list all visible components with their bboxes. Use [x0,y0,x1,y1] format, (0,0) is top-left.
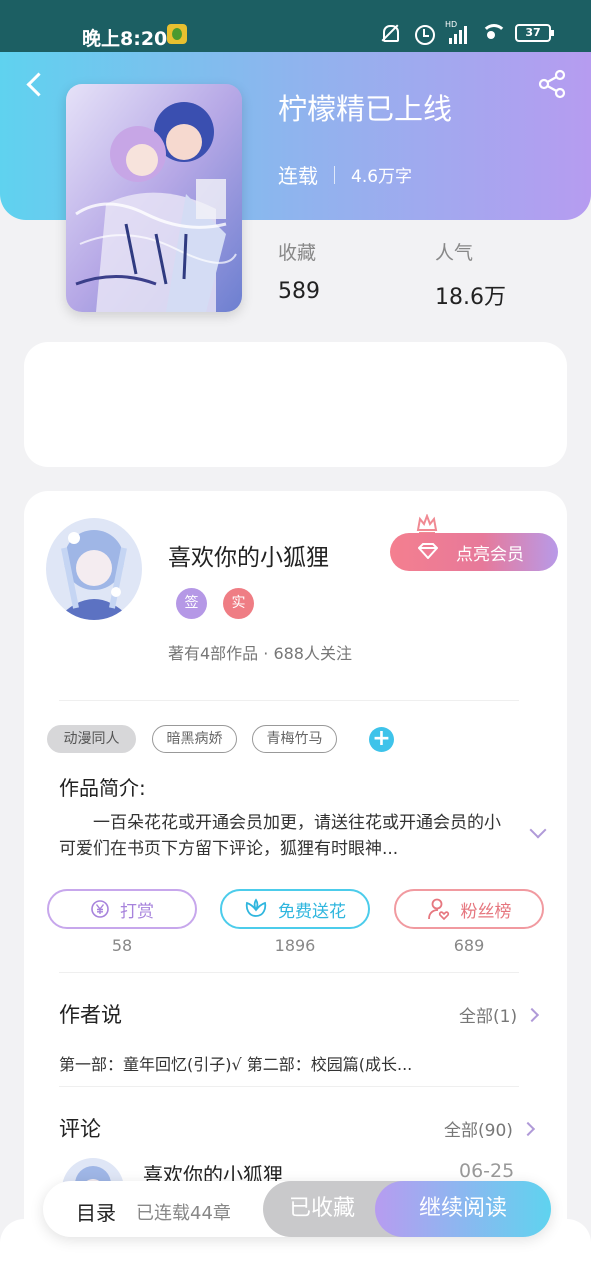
yen-coin-icon [91,900,109,918]
tag-item[interactable]: 动漫同人 [47,725,136,753]
tip-count: 58 [111,936,133,955]
tag-item[interactable]: 青梅竹马 [252,725,337,753]
flower-icon [245,898,267,917]
author-says-heading: 作者说 [59,1003,122,1027]
status-bar: 晚上8:20 HD 37 [0,0,591,52]
favorites-value: 589 [278,279,320,304]
author-says-text[interactable]: 第一部：童年回忆(引子)√ 第二部：校园篇(成长... [59,1051,479,1075]
tip-button[interactable]: 打赏 [47,889,197,929]
back-arrow-icon[interactable] [22,70,50,98]
fan-ranking-button[interactable]: 粉丝榜 [394,889,544,929]
battery-icon: 37 [515,24,554,42]
popularity-value: 18.6万 [435,285,506,310]
mute-bell-icon [379,22,401,44]
intro-heading: 作品简介: [59,776,146,800]
favorites-stat: 收藏 589 [278,238,320,304]
tip-label: 打赏 [120,901,154,922]
wifi-icon [481,22,507,44]
free-flower-button[interactable]: 免费送花 [220,889,370,929]
signed-author-badge: 签 [176,588,207,619]
catalog-button[interactable]: 目录 [76,1197,116,1226]
fan-user-icon [427,898,449,921]
fans-count: 689 [453,936,485,955]
expand-chevron-icon[interactable] [527,822,549,844]
diamond-icon [418,543,438,559]
app-notification-icon [167,24,187,44]
comments-more-link[interactable]: 全部(90) [444,1116,535,1141]
share-icon[interactable] [536,68,568,100]
signal-icon: HD [445,20,469,44]
tag-item[interactable]: 暗黑病娇 [152,725,237,753]
divider [59,972,519,973]
popularity-stat: 人气 18.6万 [435,238,506,311]
meta-divider [334,165,335,184]
favorites-label: 收藏 [278,242,317,264]
status-time: 晚上8:20 [82,28,168,50]
chevron-right-icon [520,1121,535,1136]
member-button-label: 点亮会员 [456,544,524,565]
book-meta: 连载 4.6万字 [278,160,412,189]
continue-reading-button[interactable]: 继续阅读 [375,1181,551,1237]
chapter-count: 已连载44章 [136,1203,231,1224]
comments-more-label: 全部(90) [444,1121,513,1141]
comments-heading: 评论 [59,1117,101,1141]
author-name[interactable]: 喜欢你的小狐狸 [168,538,329,572]
book-title: 柠檬精已上线 [278,92,453,126]
activate-membership-button[interactable]: 点亮会员 [390,533,558,571]
divider [59,1086,519,1087]
comment-date: 06-25 [459,1160,515,1182]
fans-label: 粉丝榜 [460,901,512,922]
book-status: 连载 [278,164,318,188]
book-word-count: 4.6万字 [351,167,413,187]
verified-author-badge: 实 [223,588,254,619]
author-says-more-link[interactable]: 全部(1) [459,1002,540,1027]
blank-card [24,342,567,467]
divider [59,700,519,701]
add-tag-button[interactable]: + [369,727,394,752]
popularity-label: 人气 [435,242,474,264]
book-cover-image[interactable] [66,84,242,312]
alarm-icon [413,22,435,45]
author-says-more-label: 全部(1) [459,1007,518,1027]
flower-count: 1896 [274,936,316,955]
chevron-right-icon [525,1007,540,1022]
author-stats: 著有4部作品 · 688人关注 [168,644,352,663]
author-avatar[interactable] [46,518,142,620]
crown-icon [416,514,438,534]
flower-label: 免费送花 [278,901,346,922]
intro-text: 一百朵花花或开通会员加更，请送往花或开通会员的小可爱们在书页下方留下评论，狐狸有… [59,813,501,859]
